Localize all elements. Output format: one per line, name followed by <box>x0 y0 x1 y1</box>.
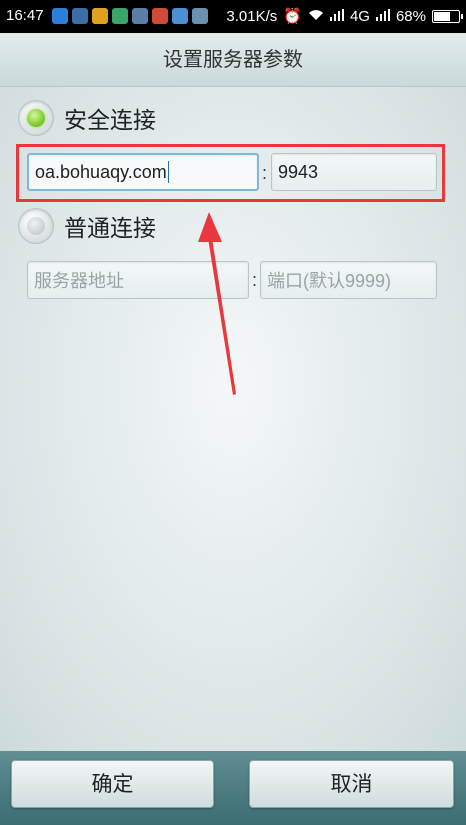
normal-radio-button[interactable] <box>18 208 54 244</box>
secure-radio-button[interactable] <box>18 100 54 136</box>
annotation-arrow-head <box>198 212 222 242</box>
confirm-button[interactable]: 确定 <box>11 760 214 808</box>
battery-percent: 68% <box>395 7 426 25</box>
wifi-icon <box>308 8 324 25</box>
annotation-arrow-shaft <box>208 238 236 395</box>
separator-colon-2: : <box>252 270 258 290</box>
bottom-action-bar: 确定 取消 <box>0 751 466 825</box>
radio-selected-dot <box>27 109 45 127</box>
network-type: 4G <box>349 7 370 25</box>
app-icon-2 <box>132 8 148 24</box>
radio-unselected-dot <box>27 217 45 235</box>
annotation-highlight-box <box>16 144 445 202</box>
page-title: 设置服务器参数 <box>0 33 466 87</box>
scan-icon <box>112 8 128 24</box>
colorful-app-icon <box>92 8 108 24</box>
cancel-button[interactable]: 取消 <box>249 760 454 808</box>
alarm-icon: ⏰ <box>283 8 302 25</box>
normal-server-placeholder: 服务器地址 <box>34 271 124 291</box>
app-icon <box>72 8 88 24</box>
signal-icon-2 <box>375 8 390 25</box>
status-right: 3.01K/s ⏰ 4G 68% <box>226 7 463 25</box>
camera-icon <box>152 8 168 24</box>
status-bar: 16:47 3.01K/s ⏰ 4G 68% <box>0 0 466 33</box>
normal-port-input[interactable]: 端口(默认9999) <box>260 261 437 299</box>
net-speed: 3.01K/s <box>226 7 278 25</box>
upload-icon <box>172 8 188 24</box>
battery-icon <box>432 9 463 23</box>
secure-connection-label: 安全连接 <box>64 108 156 134</box>
app-icon-3 <box>192 8 208 24</box>
normal-connection-option[interactable]: 普通连接 <box>18 208 156 244</box>
notification-icons <box>52 8 208 24</box>
secure-connection-option[interactable]: 安全连接 <box>18 100 156 136</box>
annotation-arrow <box>198 212 236 395</box>
signal-icon <box>329 8 344 25</box>
normal-port-placeholder: 端口(默认9999) <box>267 271 392 291</box>
status-time: 16:47 <box>6 7 44 24</box>
normal-connection-label: 普通连接 <box>64 216 156 242</box>
messenger-icon <box>52 8 68 24</box>
